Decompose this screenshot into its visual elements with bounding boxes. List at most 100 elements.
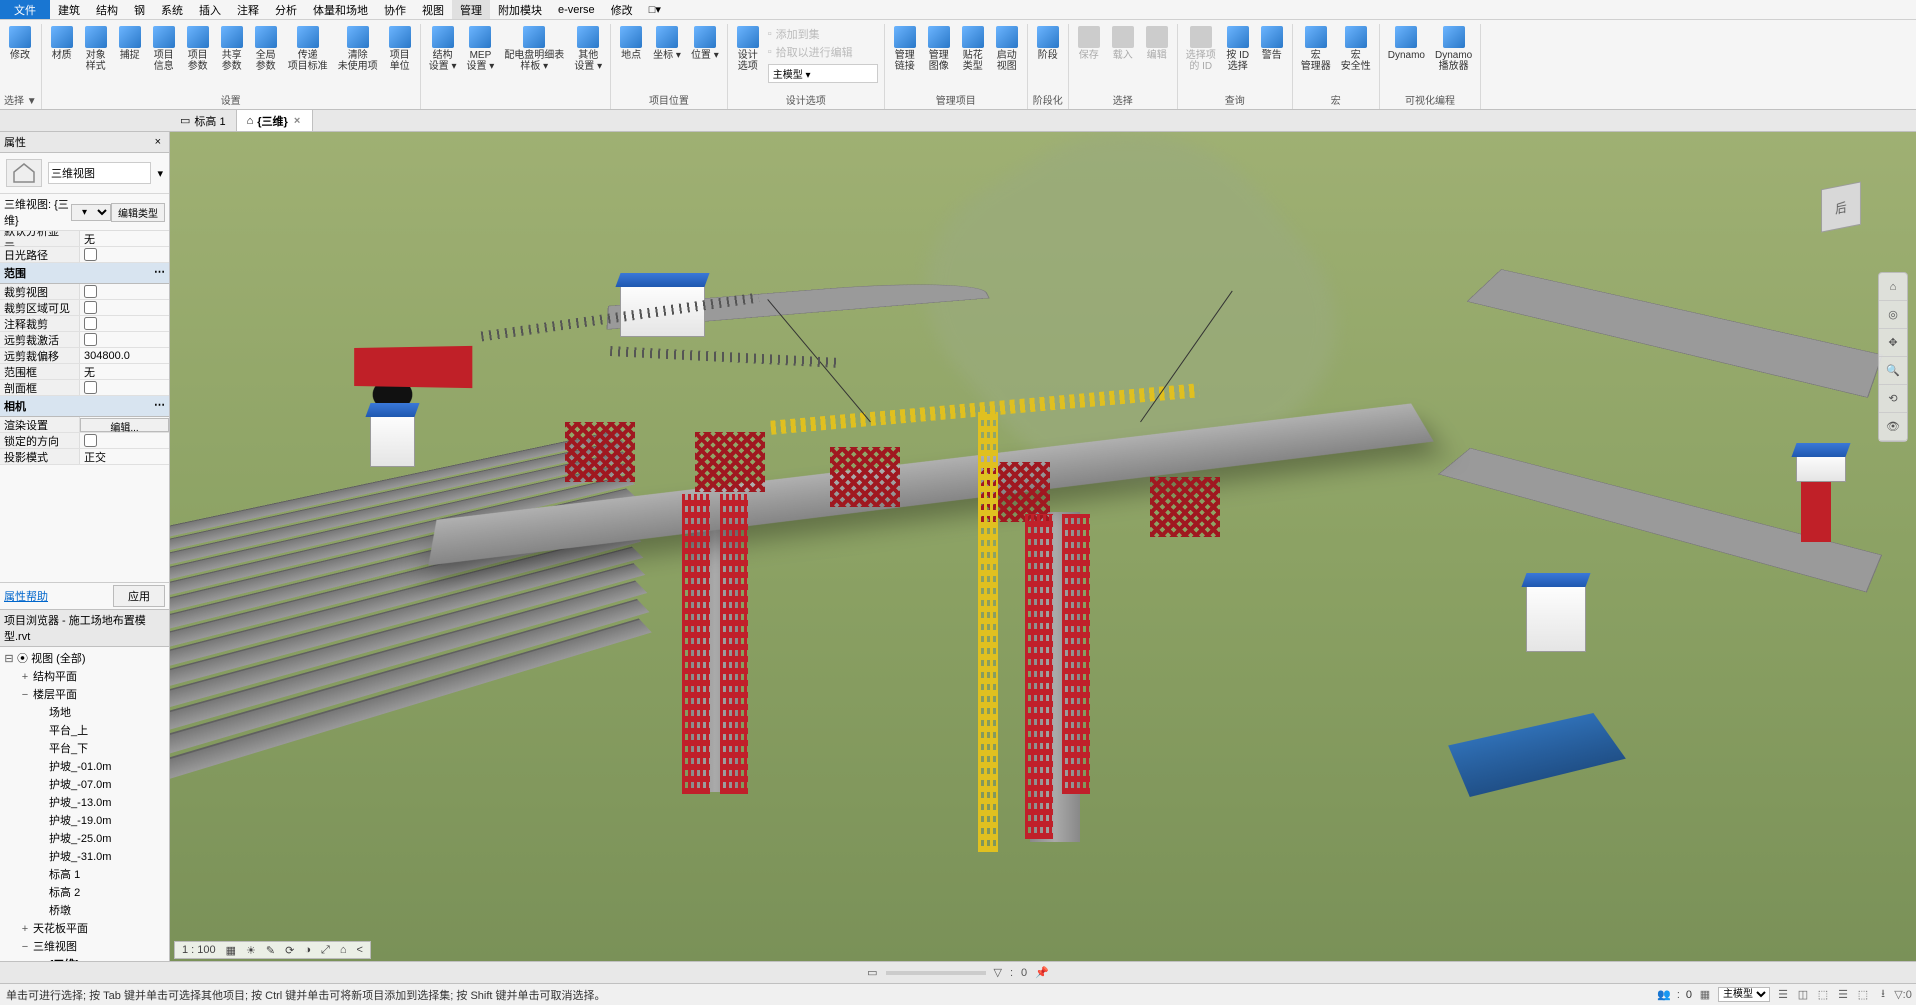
tree-node[interactable]: − 三维视图 — [16, 937, 169, 955]
prop-value[interactable] — [80, 300, 169, 315]
tree-node[interactable]: 护坡_-19.0m — [32, 811, 169, 829]
ribbon-btn-panel[interactable]: 配电盘明细表样板 ▾ — [500, 24, 568, 105]
prop-value[interactable]: 正交 — [80, 449, 169, 464]
tab-3d-view[interactable]: ⌂ {三维} × — [237, 110, 314, 131]
prop-value[interactable]: 304800.0 — [80, 348, 169, 363]
view-scale[interactable]: 1 : 100 — [179, 944, 219, 956]
checkbox[interactable] — [84, 285, 97, 298]
tree-node[interactable]: 标高 2 — [32, 883, 169, 901]
design-option-select[interactable]: 主模型 ▾ — [768, 64, 878, 83]
toggle-icon[interactable]: + — [20, 923, 30, 935]
menu-expand[interactable]: □▾ — [641, 0, 669, 19]
tree-node[interactable]: 护坡_-07.0m — [32, 775, 169, 793]
ribbon-btn-obj[interactable]: 对象样式 — [80, 24, 112, 90]
edit-type-button[interactable]: 编辑类型 — [111, 203, 165, 222]
nav-orbit[interactable]: ⟲ — [1879, 385, 1907, 413]
tree-node[interactable]: + 结构平面 — [16, 667, 169, 685]
ribbon-btn-macro[interactable]: 宏管理器 — [1297, 24, 1335, 90]
rendering-icon[interactable]: ◑ — [301, 944, 314, 956]
ribbon-btn-dynp[interactable]: Dynamo播放器 — [1431, 24, 1476, 90]
type-dropdown[interactable]: 三维视图 — [48, 162, 151, 184]
tree-node[interactable]: 平台_上 — [32, 721, 169, 739]
menu-manage[interactable]: 管理 — [452, 0, 490, 19]
ribbon-btn-coord[interactable]: 坐标 ▾ — [649, 24, 685, 90]
tree-node[interactable]: 护坡_-31.0m — [32, 847, 169, 865]
sb-icon-1[interactable]: ☰ — [1776, 988, 1790, 1002]
sb-icon-3[interactable]: ⬚ — [1816, 988, 1830, 1002]
instance-dropdown[interactable]: ▾ — [71, 204, 111, 221]
menu-addins[interactable]: 附加模块 — [490, 0, 550, 19]
menu-system[interactable]: 系统 — [153, 0, 191, 19]
ribbon-btn-img[interactable]: 管理图像 — [923, 24, 955, 90]
model-icon[interactable]: ▦ — [1698, 988, 1712, 1002]
toggle-icon[interactable]: − — [20, 689, 30, 701]
toggle-icon[interactable]: − — [20, 941, 30, 953]
prop-section-header[interactable]: 相机⋯ — [0, 396, 169, 417]
checkbox[interactable] — [84, 381, 97, 394]
shadows-icon[interactable]: ⟳ — [282, 944, 297, 957]
sb-icon-4[interactable]: ☰ — [1836, 988, 1850, 1002]
prop-value[interactable]: 无 — [80, 231, 169, 246]
tree-node[interactable]: − 楼层平面 — [16, 685, 169, 703]
menu-arch[interactable]: 建筑 — [50, 0, 88, 19]
detail-level-icon[interactable]: ▦ — [223, 944, 239, 957]
tree-node[interactable]: 护坡_-01.0m — [32, 757, 169, 775]
ribbon-btn-purge[interactable]: 清除未使用项 — [334, 24, 382, 90]
prop-value[interactable] — [80, 247, 169, 262]
ribbon-btn-mep[interactable]: MEP设置 ▾ — [463, 24, 499, 105]
ribbon-btn-unit[interactable]: 项目单位 — [384, 24, 416, 90]
ribbon-btn-share[interactable]: 共享参数 — [216, 24, 248, 90]
menu-analyze[interactable]: 分析 — [267, 0, 305, 19]
prop-value[interactable]: 编辑... — [80, 417, 169, 432]
ribbon-btn-pos[interactable]: 位置 ▾ — [687, 24, 723, 90]
tree-node[interactable]: 场地 — [32, 703, 169, 721]
prop-value[interactable] — [80, 380, 169, 395]
ribbon-btn-decal[interactable]: 贴花类型 — [957, 24, 989, 90]
prop-value[interactable] — [80, 433, 169, 448]
nav-look[interactable]: 👁 — [1879, 413, 1907, 441]
prop-value[interactable] — [80, 316, 169, 331]
model-selector[interactable]: 主模型 — [1718, 987, 1770, 1002]
nav-pan[interactable]: ✥ — [1879, 329, 1907, 357]
type-selector[interactable]: 三维视图 ▾ — [0, 153, 169, 194]
ribbon-btn-start[interactable]: 启动视图 — [991, 24, 1023, 90]
checkbox[interactable] — [84, 434, 97, 447]
checkbox[interactable] — [84, 333, 97, 346]
view-cube[interactable]: 后 — [1806, 172, 1876, 242]
tree-node[interactable]: 护坡_-25.0m — [32, 829, 169, 847]
ribbon-btn-bid[interactable]: 按 ID选择 — [1222, 24, 1254, 90]
ribbon-btn-warn[interactable]: 警告 — [1256, 24, 1288, 90]
edit-button[interactable]: 编辑... — [80, 418, 169, 432]
ribbon-btn-msec[interactable]: 宏安全性 — [1337, 24, 1375, 90]
menu-massing[interactable]: 体量和场地 — [305, 0, 376, 19]
filter-icon[interactable]: ▽ — [994, 966, 1002, 979]
checkbox[interactable] — [84, 317, 97, 330]
chevron-down-icon[interactable]: ▾ — [157, 167, 163, 180]
ribbon-btn-phase[interactable]: 阶段 — [1032, 24, 1064, 90]
tab-plan-level1[interactable]: ▭ 标高 1 — [170, 110, 237, 131]
tree-node[interactable]: 平台_下 — [32, 739, 169, 757]
filter-count[interactable]: ▽:0 — [1896, 988, 1910, 1002]
ribbon-btn-link[interactable]: 管理链接 — [889, 24, 921, 90]
3d-viewport[interactable]: 后 ⌂ ◎ ✥ 🔍 ⟲ 👁 1 : 100 ▦ ☀ ✎ ⟳ ◑ ⤢ ⌂ < — [170, 132, 1916, 961]
ribbon-btn-snap[interactable]: 捕捉 — [114, 24, 146, 90]
menu-everse[interactable]: e-verse — [550, 0, 603, 19]
menu-collab[interactable]: 协作 — [376, 0, 414, 19]
tree-node[interactable]: 标高 1 — [32, 865, 169, 883]
visual-style-icon[interactable]: ☀ — [243, 944, 259, 957]
nav-zoom[interactable]: 🔍 — [1879, 357, 1907, 385]
checkbox[interactable] — [84, 248, 97, 261]
ribbon-btn-global[interactable]: 全局参数 — [250, 24, 282, 90]
ribbon-btn-arrow[interactable]: 修改 — [4, 24, 36, 90]
prop-section-header[interactable]: 范围⋯ — [0, 263, 169, 284]
ribbon-btn-loc[interactable]: 地点 — [615, 24, 647, 90]
ribbon-btn-other[interactable]: 其他设置 ▾ — [570, 24, 606, 105]
nav-wheel[interactable]: ◎ — [1879, 301, 1907, 329]
close-icon[interactable]: × — [292, 115, 302, 127]
menu-insert[interactable]: 插入 — [191, 0, 229, 19]
checkbox[interactable] — [84, 301, 97, 314]
view-cube-face[interactable]: 后 — [1821, 181, 1861, 232]
crop-icon[interactable]: ⤢ — [318, 944, 333, 957]
sun-path-icon[interactable]: ✎ — [263, 944, 278, 957]
prop-value[interactable] — [80, 284, 169, 299]
